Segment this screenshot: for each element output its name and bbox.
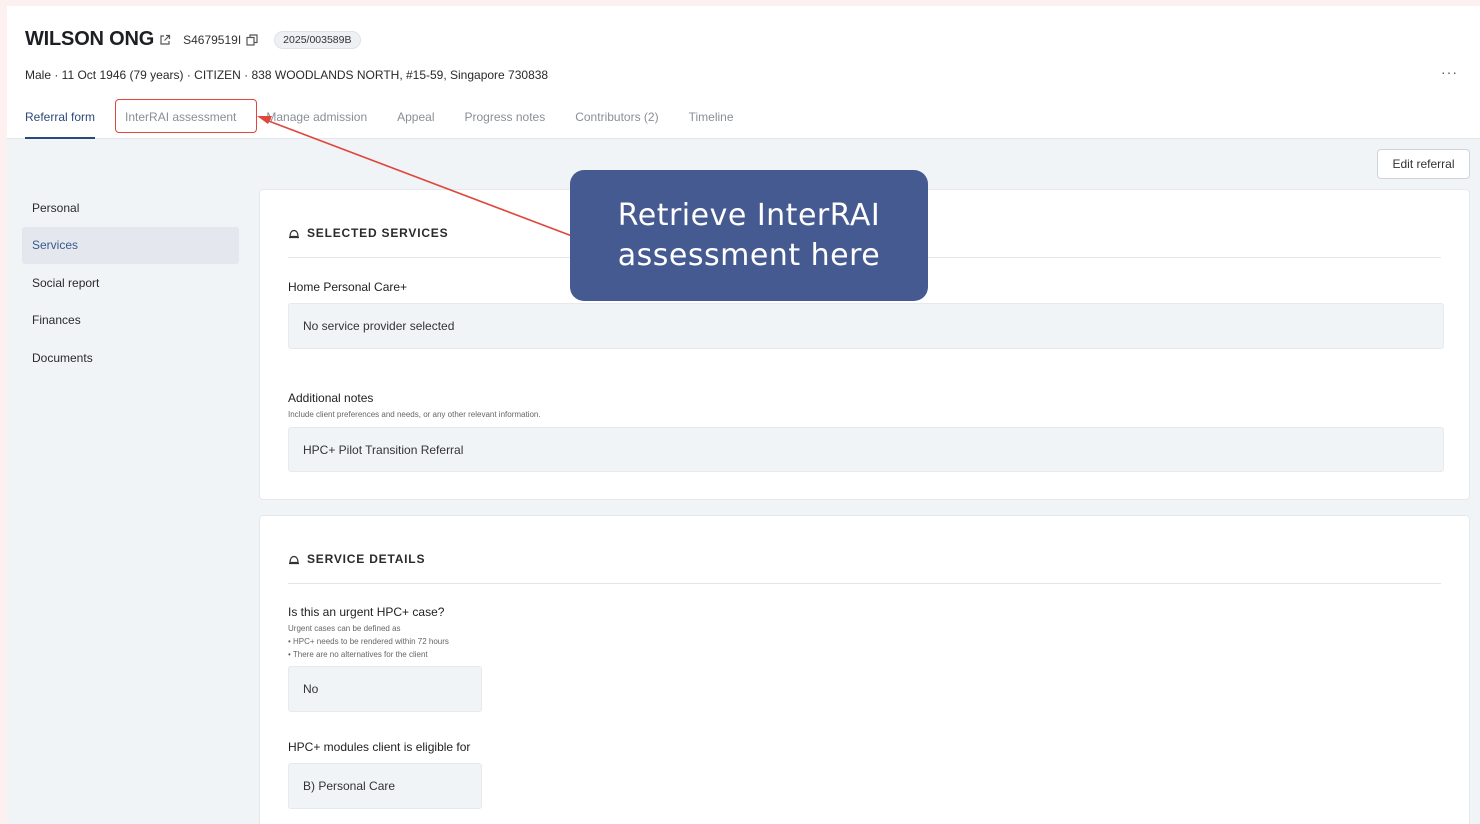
annotation-arrow <box>257 116 573 237</box>
annotation-callout: Retrieve InterRAI assessment here <box>570 170 928 301</box>
